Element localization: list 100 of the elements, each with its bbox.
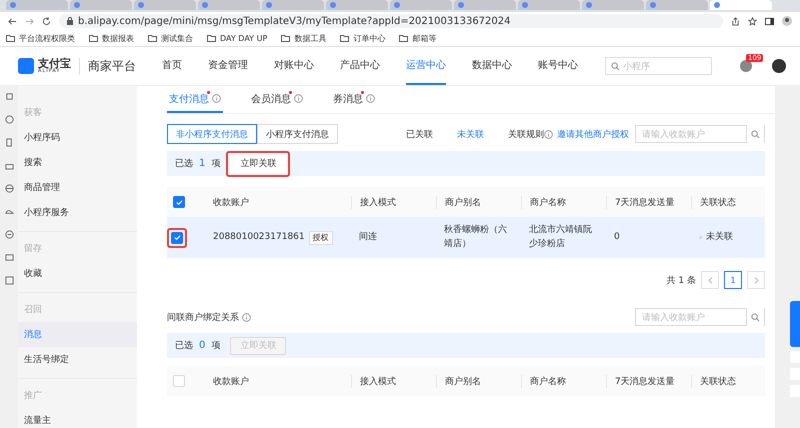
info-icon <box>242 312 251 322</box>
segment-button[interactable]: 小程序支付消息 <box>257 124 338 144</box>
star-icon[interactable] <box>748 16 757 26</box>
selected-label: 已选 <box>175 340 193 352</box>
info-icon <box>294 94 303 103</box>
segment-button[interactable]: 非小程序支付消息 <box>167 124 257 144</box>
favicon-icon <box>10 2 16 8</box>
logo-text: 支付宝 <box>38 58 71 69</box>
nav-item[interactable]: 首页 <box>162 47 182 85</box>
rule-label: 关联规则 <box>508 128 544 140</box>
browser-tab[interactable] <box>134 0 196 10</box>
filter-option[interactable]: 未关联 <box>457 128 484 140</box>
bookmark[interactable]: 邮箱等 <box>399 32 436 44</box>
tab[interactable]: 会员消息 <box>249 86 305 113</box>
notification-icon[interactable] <box>740 60 752 72</box>
bookmark[interactable]: 数据报表 <box>89 32 134 44</box>
browser-tab[interactable] <box>710 0 772 10</box>
sidebar-item[interactable]: 流量主 <box>18 408 137 428</box>
folder-icon <box>207 34 216 42</box>
table-cell-text: 间连 <box>358 230 378 244</box>
info-icon <box>212 94 221 103</box>
folder-icon <box>148 34 157 42</box>
filter-option[interactable]: 已关联 <box>406 128 433 140</box>
sidebar-item[interactable]: 搜索 <box>18 150 137 175</box>
sidebar-group-title: 获客 <box>23 106 43 120</box>
menu-icon[interactable] <box>4 276 14 285</box>
browser-tab[interactable] <box>198 0 260 10</box>
section-title: 间联商户绑定关系 <box>167 310 251 324</box>
search-icon <box>611 62 620 70</box>
sidebar-item[interactable]: 小程序服务 <box>18 200 137 225</box>
menu-icon[interactable] <box>4 230 14 239</box>
menu-icon[interactable] <box>4 253 14 262</box>
bookmark[interactable]: 数据工具 <box>281 32 326 44</box>
browser-tab[interactable] <box>326 0 388 10</box>
selected-count: 0 <box>199 340 206 351</box>
nav-item[interactable]: 账号中心 <box>538 47 578 85</box>
menu-icon[interactable] <box>4 207 14 216</box>
folder-icon <box>6 34 15 42</box>
browser-tab[interactable] <box>70 0 132 10</box>
favicon-icon <box>586 2 592 8</box>
checkbox[interactable] <box>171 232 183 244</box>
browser-tab[interactable] <box>6 0 68 10</box>
folder-icon <box>281 34 290 42</box>
sidebar-item[interactable]: 小程序码 <box>18 125 137 150</box>
reload-icon[interactable] <box>42 16 51 26</box>
nav-item[interactable]: 数据中心 <box>472 47 512 85</box>
page-button[interactable]: 1 <box>724 271 742 289</box>
column-header: 接入模式 <box>351 374 436 388</box>
table-row[interactable]: 2088010023171861 授权 间连 秋香螺蛳粉（六靖店） 北流市六靖镇阮少珍粉店 0 未关联 <box>167 217 765 258</box>
bookmark[interactable]: DAY DAY UP <box>207 34 268 42</box>
notification-dot <box>289 91 292 94</box>
menu-icon[interactable] <box>4 184 14 193</box>
menu-icon[interactable] <box>4 115 14 124</box>
column-header: 商户别名 <box>436 196 521 208</box>
profile-icon[interactable] <box>782 16 792 26</box>
bookmark[interactable]: 订单中心 <box>340 32 386 44</box>
table-cell-text: 北流市六靖镇阮少珍粉店 <box>528 224 593 250</box>
checkbox[interactable] <box>173 196 185 208</box>
browser-tab[interactable] <box>390 0 452 10</box>
tab[interactable]: 支付消息 <box>167 86 223 113</box>
forward-icon[interactable] <box>25 16 34 26</box>
menu-icon[interactable] <box>4 138 14 147</box>
link-now-button[interactable]: 立即关联 <box>230 154 286 172</box>
avatar[interactable] <box>772 59 786 73</box>
favicon-icon <box>522 2 528 8</box>
menu-icon[interactable] <box>4 161 14 170</box>
auth-tag[interactable]: 授权 <box>308 230 333 244</box>
browser-tab[interactable] <box>646 0 708 10</box>
sidebar-item[interactable]: 生活号绑定 <box>18 347 137 372</box>
nav-item[interactable]: 对账中心 <box>274 47 314 85</box>
sidebar-group-title: 留存 <box>23 242 43 256</box>
selected-unit: 项 <box>211 158 220 170</box>
column-header: 7天消息发送量 <box>606 196 691 208</box>
sidebar-icon[interactable] <box>765 16 774 26</box>
invite-link[interactable]: 邀请其他商户授权 <box>557 128 629 140</box>
folder-icon <box>89 34 98 42</box>
address-bar[interactable]: b.alipay.com/page/mini/msg/msgTemplateV3/myTemplate?appId=2021003133672024 <box>59 14 723 28</box>
column-header: 商户别名 <box>436 374 521 388</box>
column-header: 商户名称 <box>521 196 606 208</box>
tab[interactable]: 券消息 <box>331 86 377 113</box>
browser-tab[interactable] <box>454 0 516 10</box>
column-header: 7天消息发送量 <box>606 374 691 388</box>
favicon-icon <box>394 2 400 8</box>
share-icon[interactable] <box>731 16 740 26</box>
sidebar-item[interactable]: 商品管理 <box>18 175 137 200</box>
menu-icon[interactable] <box>4 92 14 101</box>
bookmark[interactable]: 测试集合 <box>148 32 193 44</box>
nav-item[interactable]: 资金管理 <box>208 47 248 85</box>
sidebar-item[interactable]: 收藏 <box>18 261 137 286</box>
nav-item[interactable]: 产品中心 <box>340 47 380 85</box>
table-cell-text: 0 <box>613 230 621 244</box>
browser-tab[interactable] <box>262 0 324 10</box>
table-cell-text: 2088010023171861 <box>213 230 305 244</box>
selected-count: 1 <box>199 158 206 169</box>
bookmark[interactable]: 平台流程权限类 <box>6 32 75 44</box>
sidebar-item[interactable]: 消息 <box>18 322 137 347</box>
sidebar-group-title: 召回 <box>23 304 43 317</box>
browser-tab[interactable] <box>582 0 644 10</box>
browser-tab[interactable] <box>518 0 580 10</box>
back-icon[interactable] <box>8 16 17 26</box>
